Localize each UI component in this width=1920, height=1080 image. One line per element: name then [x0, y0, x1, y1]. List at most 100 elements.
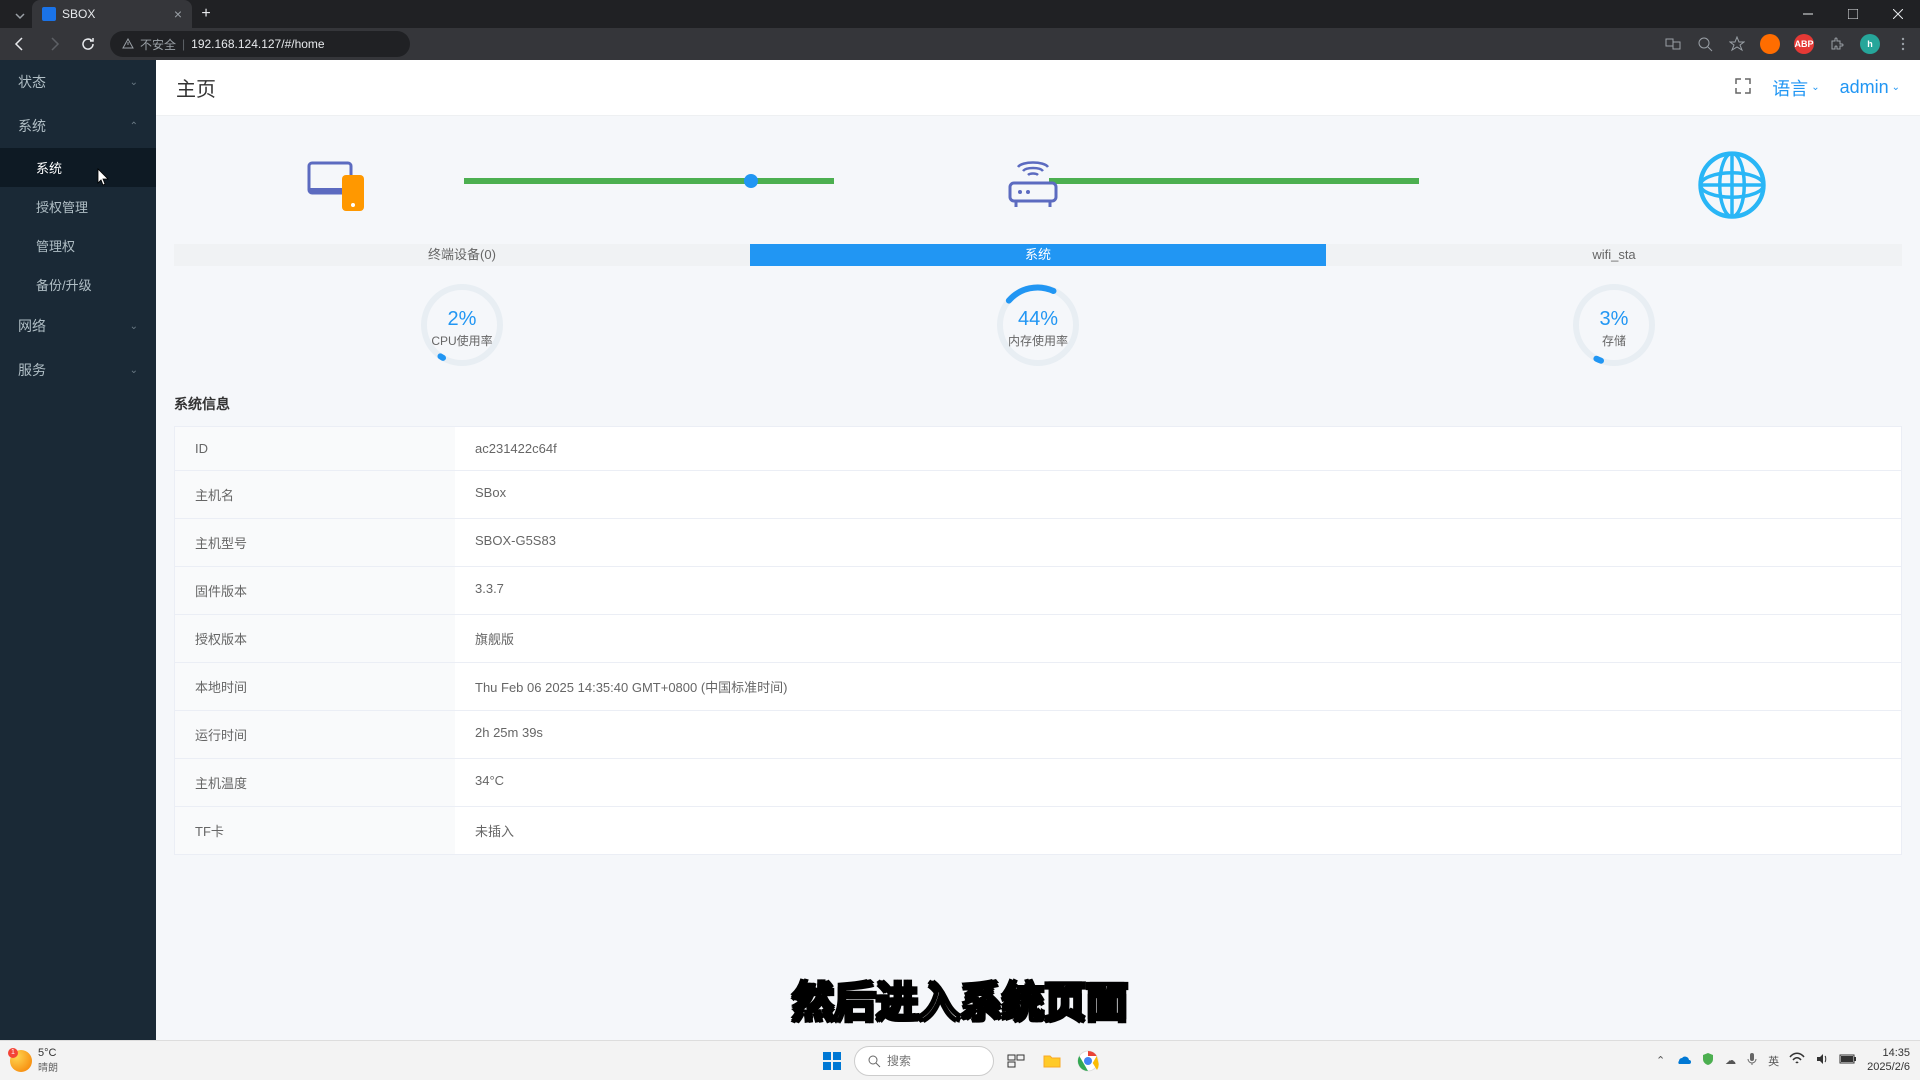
mic-icon[interactable] — [1746, 1052, 1758, 1069]
chevron-down-icon: ⌄ — [130, 321, 138, 332]
sidebar-sub-admin[interactable]: 管理权 — [0, 226, 156, 265]
sidebar-item-status[interactable]: 状态 ⌄ — [0, 60, 156, 104]
tab-close-button[interactable]: × — [174, 6, 182, 22]
browser-chrome: SBOX × + 不安全 | 192. — [0, 0, 1920, 60]
gauge-label: 内存使用率 — [993, 332, 1083, 349]
extensions-icon[interactable] — [1828, 35, 1846, 53]
insecure-label: 不安全 — [140, 36, 176, 53]
ime-indicator[interactable]: 英 — [1768, 1053, 1779, 1069]
language-dropdown[interactable]: 语言 ⌄ — [1772, 75, 1819, 101]
new-tab-button[interactable]: + — [192, 0, 220, 28]
sidebar-sub-system[interactable]: 系统 — [0, 148, 156, 187]
reload-button[interactable] — [76, 32, 100, 56]
back-button[interactable] — [8, 32, 32, 56]
sidebar-item-services[interactable]: 服务 ⌄ — [0, 348, 156, 392]
tray-expand-icon[interactable]: ⌃ — [1656, 1054, 1665, 1067]
taskbar-search-input[interactable] — [887, 1054, 977, 1068]
profile-avatar[interactable]: h — [1860, 34, 1880, 54]
user-dropdown[interactable]: admin ⌄ — [1840, 77, 1900, 98]
topology-traffic-dot — [744, 174, 758, 188]
topology-node-wifi[interactable] — [1692, 150, 1772, 220]
info-val: Thu Feb 06 2025 14:35:40 GMT+0800 (中国标准时… — [455, 663, 1901, 710]
onedrive-icon[interactable] — [1675, 1051, 1691, 1070]
gauge-value: 44% — [993, 308, 1083, 331]
gauge-value: 3% — [1569, 308, 1659, 331]
chrome-icon[interactable] — [1074, 1047, 1102, 1075]
sidebar-item-network[interactable]: 网络 ⌄ — [0, 304, 156, 348]
info-row: 运行时间2h 25m 39s — [175, 711, 1901, 759]
chevron-down-icon: ⌄ — [1811, 82, 1819, 93]
maximize-button[interactable] — [1830, 0, 1875, 28]
taskbar-weather[interactable]: 1 5°C 晴朗 — [10, 1047, 58, 1074]
sidebar-sub-backup[interactable]: 备份/升级 — [0, 265, 156, 304]
info-key: 主机型号 — [175, 519, 455, 566]
browser-tab[interactable]: SBOX × — [32, 0, 192, 28]
explorer-icon[interactable] — [1038, 1047, 1066, 1075]
info-key: ID — [175, 427, 455, 470]
gauge-memory: 44% 内存使用率 — [978, 280, 1098, 370]
extension-orange[interactable] — [1760, 34, 1780, 54]
start-button[interactable] — [818, 1047, 846, 1075]
sidebar-sub-label: 系统 — [36, 161, 62, 176]
sidebar-item-system[interactable]: 系统 ⌃ — [0, 104, 156, 148]
weather-desc: 晴朗 — [38, 1059, 58, 1074]
info-row: 主机名SBox — [175, 471, 1901, 519]
minimize-button[interactable] — [1785, 0, 1830, 28]
sidebar-sub-license[interactable]: 授权管理 — [0, 187, 156, 226]
tab-list-dropdown[interactable] — [8, 4, 32, 28]
battery-icon[interactable] — [1839, 1054, 1857, 1067]
bookmark-icon[interactable] — [1728, 35, 1746, 53]
info-val: 34°C — [455, 759, 1901, 806]
tray-date-text: 2025/2/6 — [1867, 1061, 1910, 1074]
topology-node-terminal[interactable] — [304, 155, 374, 215]
forward-button[interactable] — [42, 32, 66, 56]
info-row: 主机型号SBOX-G5S83 — [175, 519, 1901, 567]
search-icon — [867, 1054, 881, 1068]
tray-time-text: 14:35 — [1867, 1047, 1910, 1060]
zoom-icon[interactable] — [1696, 35, 1714, 53]
volume-icon[interactable] — [1815, 1052, 1829, 1069]
address-field[interactable]: 不安全 | 192.168.124.127/#/home — [110, 31, 410, 57]
url-text: 192.168.124.127/#/home — [191, 37, 324, 51]
sidebar-label: 网络 — [18, 316, 46, 336]
topology-label-system[interactable]: 系统 — [750, 244, 1326, 266]
system-info-table: IDac231422c64f 主机名SBox 主机型号SBOX-G5S83 固件… — [174, 426, 1902, 855]
security-icon[interactable] — [1701, 1052, 1715, 1069]
gauge-label: 存储 — [1569, 332, 1659, 349]
cloud-icon[interactable]: ☁ — [1725, 1054, 1736, 1067]
close-window-button[interactable] — [1875, 0, 1920, 28]
gauge-label: CPU使用率 — [417, 332, 507, 349]
chevron-down-icon: ⌄ — [130, 365, 138, 376]
info-key: 运行时间 — [175, 711, 455, 758]
windows-taskbar: 1 5°C 晴朗 ⌃ ☁ — [0, 1040, 1920, 1080]
sidebar-label: 系统 — [18, 116, 46, 136]
topology-node-system[interactable] — [998, 155, 1068, 215]
system-tray: ⌃ ☁ 英 14:35 2025/2/6 — [1656, 1047, 1910, 1073]
topology-label-terminal[interactable]: 终端设备(0) — [174, 244, 750, 266]
tray-clock[interactable]: 14:35 2025/2/6 — [1867, 1047, 1910, 1073]
task-view-icon[interactable] — [1002, 1047, 1030, 1075]
wifi-icon[interactable] — [1789, 1052, 1805, 1069]
video-subtitle: 然后进入系统页面 — [792, 969, 1128, 1030]
address-bar: 不安全 | 192.168.124.127/#/home ABP h — [0, 28, 1920, 60]
weather-temp: 5°C — [38, 1047, 58, 1059]
chevron-down-icon: ⌄ — [130, 77, 138, 88]
info-val: 旗舰版 — [455, 615, 1901, 662]
info-row: 主机温度34°C — [175, 759, 1901, 807]
topology-label-wifi[interactable]: wifi_sta — [1326, 244, 1902, 266]
info-row: 本地时间Thu Feb 06 2025 14:35:40 GMT+0800 (中… — [175, 663, 1901, 711]
tab-title: SBOX — [62, 7, 95, 21]
gauge-storage: 3% 存储 — [1554, 280, 1674, 370]
topology-link-left — [464, 178, 834, 184]
sidebar-sub-label: 授权管理 — [36, 200, 88, 215]
taskbar-search[interactable] — [854, 1046, 994, 1076]
fullscreen-icon[interactable] — [1734, 77, 1752, 98]
chevron-up-icon: ⌃ — [130, 121, 138, 132]
translate-icon[interactable] — [1664, 35, 1682, 53]
chrome-menu-icon[interactable] — [1894, 35, 1912, 53]
sidebar-label: 状态 — [18, 72, 46, 92]
page-header: 主页 语言 ⌄ admin ⌄ — [156, 60, 1920, 116]
abp-extension[interactable]: ABP — [1794, 34, 1814, 54]
topology-labels: 终端设备(0) 系统 wifi_sta — [174, 244, 1902, 266]
info-row: 授权版本旗舰版 — [175, 615, 1901, 663]
